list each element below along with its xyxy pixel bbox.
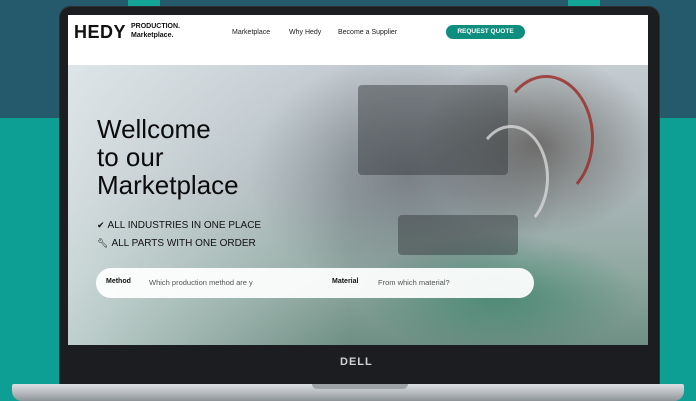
dell-logo: DELL [340, 356, 373, 368]
hero-overlay [68, 65, 348, 345]
request-quote-button[interactable]: REQUEST QUOTE [446, 25, 525, 39]
logo-tagline-line1: PRODUCTION. [131, 23, 180, 30]
method-input[interactable]: Which production method are y [149, 278, 253, 287]
search-bar: Method Which production method are y Mat… [96, 268, 534, 298]
feature-text: ALL PARTS WITH ONE ORDER [111, 238, 256, 249]
check-icon: ✔ [97, 220, 105, 230]
logo-tagline-line2: Marketplace. [131, 32, 174, 39]
nav-link-become-supplier[interactable]: Become a Supplier [338, 29, 397, 36]
laptop-base [12, 384, 684, 401]
hero-section: Wellcome to our Marketplace ✔ ALL INDUSTR… [68, 65, 648, 345]
nav-link-marketplace[interactable]: Marketplace [232, 29, 270, 36]
laptop-notch [312, 384, 408, 389]
laptop-screen: HEDY PRODUCTION. Marketplace. Marketplac… [68, 15, 648, 345]
hero-title-line: Wellcome [97, 114, 211, 144]
hero-background-wire [473, 125, 549, 231]
hero-title: Wellcome to our Marketplace [97, 115, 239, 199]
screen-bezel: DELL [68, 345, 648, 381]
hero-title-line: to our [97, 142, 164, 172]
material-label: Material [332, 278, 359, 285]
feature-text: ALL INDUSTRIES IN ONE PLACE [107, 220, 262, 231]
method-label: Method [106, 278, 131, 285]
feature-item: ✔ ALL INDUSTRIES IN ONE PLACE [97, 220, 261, 231]
feature-item: 🔧︎ ALL PARTS WITH ONE ORDER [97, 238, 256, 249]
site-header: HEDY PRODUCTION. Marketplace. Marketplac… [68, 15, 648, 66]
hedy-logo[interactable]: HEDY [74, 22, 126, 43]
logo-tagline: PRODUCTION. Marketplace. [131, 22, 180, 40]
wrench-icon: 🔧︎ [97, 238, 109, 248]
nav-link-why-hedy[interactable]: Why Hedy [289, 29, 321, 36]
hero-title-line: Marketplace [97, 170, 239, 200]
material-input[interactable]: From which material? [378, 278, 450, 287]
